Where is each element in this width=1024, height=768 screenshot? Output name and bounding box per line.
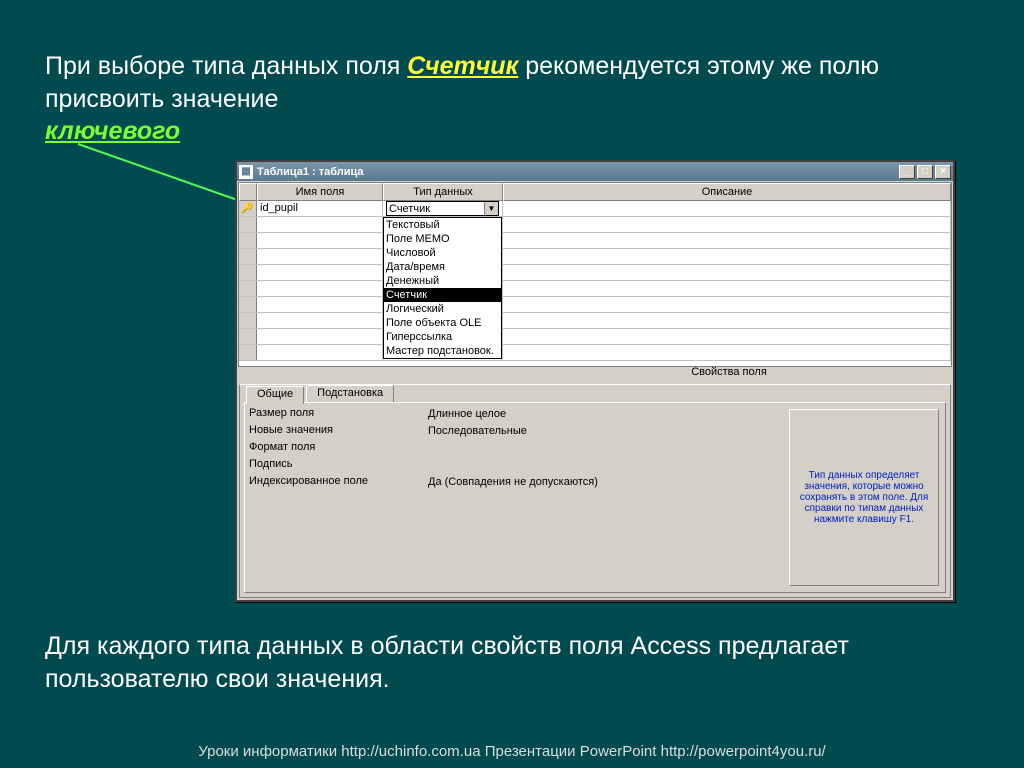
type-option[interactable]: Логический: [384, 302, 501, 316]
titlebar[interactable]: ▦ Таблица1 : таблица _ □ ×: [237, 162, 953, 181]
property-row[interactable]: Подпись: [247, 458, 785, 475]
type-option[interactable]: Счетчик: [384, 288, 501, 302]
type-option[interactable]: Мастер подстановок.: [384, 344, 501, 358]
type-option[interactable]: Дата/время: [384, 260, 501, 274]
chevron-down-icon[interactable]: ▼: [484, 202, 498, 215]
field-name-cell[interactable]: id_pupil: [257, 201, 383, 216]
property-row[interactable]: Формат поля: [247, 441, 785, 458]
property-row[interactable]: Размер поляДлинное целое: [247, 407, 785, 424]
slide-text-top: При выборе типа данных поля Счетчик реко…: [45, 50, 975, 148]
field-type-cell[interactable]: Счетчик ▼ ТекстовыйПоле МЕМОЧисловойДата…: [383, 201, 503, 216]
tab-general[interactable]: Общие: [246, 386, 304, 404]
type-combobox[interactable]: Счетчик ▼: [386, 201, 499, 216]
type-option[interactable]: Поле МЕМО: [384, 232, 501, 246]
window-title: Таблица1 : таблица: [257, 166, 897, 178]
close-button[interactable]: ×: [935, 165, 951, 179]
property-value[interactable]: [425, 441, 785, 458]
design-grid: Имя поля Тип данных Описание 🔑 id_pupil …: [238, 182, 952, 367]
property-label: Размер поля: [247, 407, 425, 424]
emph-key: ключевого: [45, 117, 180, 145]
properties-grid: Размер поляДлинное целоеНовые значенияПо…: [245, 403, 787, 592]
property-label: Формат поля: [247, 441, 425, 458]
tab-lookup[interactable]: Подстановка: [306, 385, 394, 403]
property-label: Подпись: [247, 458, 425, 475]
col-header-type[interactable]: Тип данных: [383, 183, 503, 201]
emph-counter: Счетчик: [407, 52, 518, 80]
property-value[interactable]: Длинное целое: [425, 407, 785, 424]
type-option[interactable]: Текстовый: [384, 218, 501, 232]
maximize-button[interactable]: □: [917, 165, 933, 179]
property-value[interactable]: Последовательные: [425, 424, 785, 441]
slide-text-bottom: Для каждого типа данных в области свойст…: [45, 630, 975, 695]
minimize-button[interactable]: _: [899, 165, 915, 179]
field-properties-panel: Общие Подстановка Размер поляДлинное цел…: [239, 384, 951, 598]
property-row[interactable]: Новые значенияПоследовательные: [247, 424, 785, 441]
type-option[interactable]: Поле объекта OLE: [384, 316, 501, 330]
grid-corner[interactable]: [239, 183, 257, 201]
slide-footer: Уроки информатики http://uchinfo.com.ua …: [0, 743, 1024, 760]
property-value[interactable]: [425, 458, 785, 475]
row-selector[interactable]: 🔑: [239, 201, 257, 216]
property-label: Индексированное поле: [247, 475, 425, 492]
type-combobox-value: Счетчик: [387, 202, 484, 215]
col-header-desc[interactable]: Описание: [503, 183, 951, 201]
table-row[interactable]: 🔑 id_pupil Счетчик ▼ ТекстовыйПоле МЕМОЧ…: [239, 201, 951, 217]
field-desc-cell[interactable]: [503, 201, 951, 216]
type-dropdown[interactable]: ТекстовыйПоле МЕМОЧисловойДата/времяДене…: [383, 217, 502, 359]
table-icon: ▦: [239, 165, 253, 179]
property-value[interactable]: Да (Совпадения не допускаются): [425, 475, 785, 492]
primary-key-icon: 🔑: [241, 203, 253, 214]
access-table-design-window: ▦ Таблица1 : таблица _ □ × Имя поля Тип …: [235, 160, 955, 602]
type-option[interactable]: Денежный: [384, 274, 501, 288]
property-row[interactable]: Индексированное полеДа (Совпадения не до…: [247, 475, 785, 492]
property-label: Новые значения: [247, 424, 425, 441]
field-properties-label: Свойства поля: [519, 366, 939, 378]
col-header-name[interactable]: Имя поля: [257, 183, 383, 201]
type-option[interactable]: Числовой: [384, 246, 501, 260]
property-help-text: Тип данных определяет значения, которые …: [789, 409, 939, 586]
type-option[interactable]: Гиперссылка: [384, 330, 501, 344]
